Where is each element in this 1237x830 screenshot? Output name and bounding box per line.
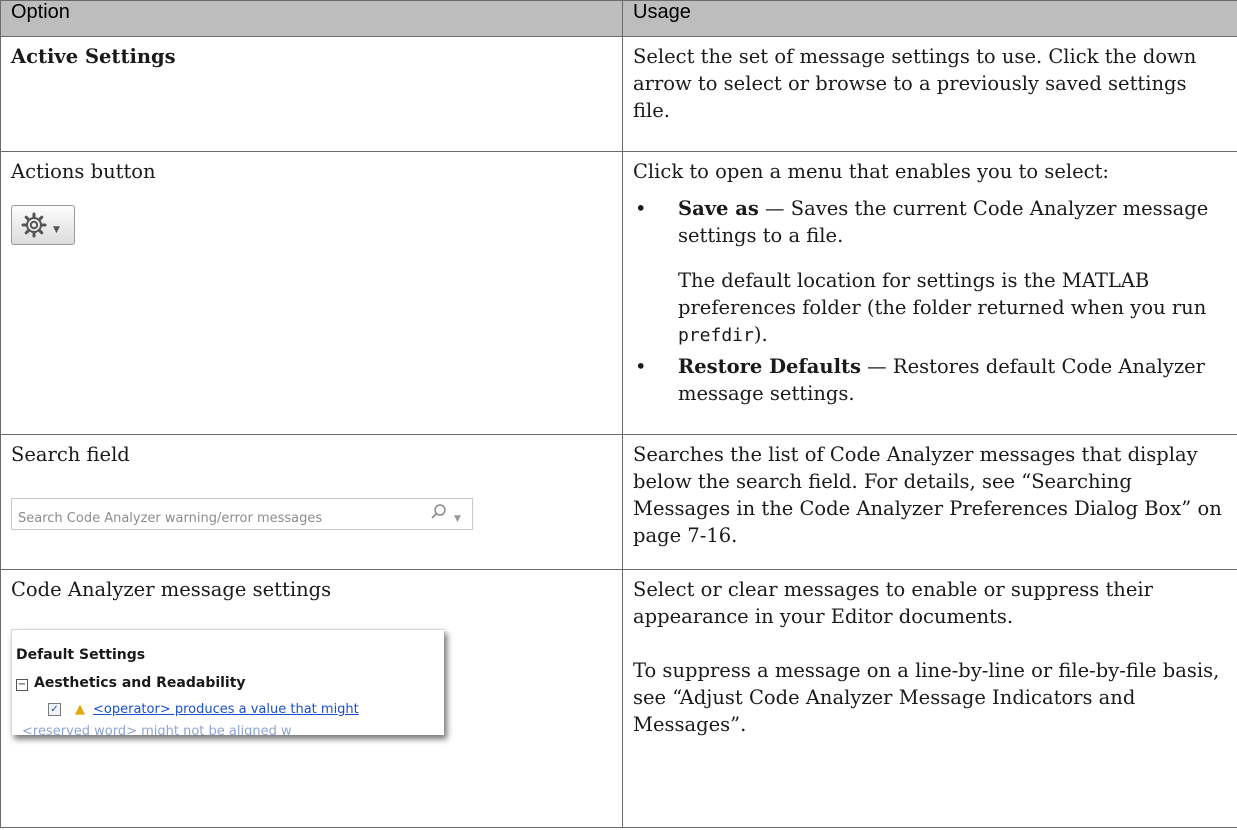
message-link-faded: <reserved word> might not be aligned w (22, 724, 292, 735)
gear-icon (21, 212, 47, 238)
option-active-settings: Active Settings (0, 36, 623, 152)
list-item-restore-defaults: • Restore Defaults — Restores default Co… (633, 353, 1227, 407)
search-icon (431, 504, 446, 519)
message-row-faded: <reserved word> might not be aligned w (22, 718, 292, 735)
bullet-icon: • (635, 197, 647, 220)
usage-settings-p2: To suppress a message on a line-by-line … (633, 659, 1220, 736)
options-table: Option Usage Active Settings Select the … (0, 0, 1237, 828)
checkbox-checked-icon: ✓ (48, 703, 61, 716)
save-note-end: ). (753, 323, 768, 346)
usage-settings-p1: Select or clear messages to enable or su… (633, 578, 1153, 628)
message-link: <operator> produces a value that might (93, 702, 359, 717)
search-field-image: Search Code Analyzer warning/error messa… (11, 498, 473, 530)
table-row: Code Analyzer message settings Default S… (0, 569, 1237, 828)
save-as-note: The default location for settings is the… (678, 267, 1227, 349)
option-column-header: Option (0, 0, 623, 37)
option-actions-cell: Actions button ▼ (0, 151, 623, 435)
table-row: Actions button ▼ Click to open a menu th… (0, 151, 1237, 435)
restore-defaults-label: Restore Defaults (678, 355, 861, 378)
search-placeholder: Search Code Analyzer warning/error messa… (18, 511, 323, 526)
aesthetics-group: − Aesthetics and Readability (16, 670, 246, 697)
usage-actions-cell: Click to open a menu that enables you to… (622, 151, 1237, 435)
collapse-icon: − (16, 679, 28, 691)
option-actions-button: Actions button (11, 160, 156, 183)
chevron-down-icon: ▼ (454, 514, 461, 524)
aesthetics-group-label: Aesthetics and Readability (34, 675, 246, 691)
bullet-icon: • (635, 355, 647, 378)
option-message-settings: Code Analyzer message settings (11, 578, 332, 601)
usage-actions-intro: Click to open a menu that enables you to… (633, 160, 1109, 183)
prefdir-code: prefdir (678, 325, 754, 346)
option-search-field: Search field (11, 443, 130, 466)
save-as-label: Save as (678, 197, 759, 220)
chevron-down-icon: ▼ (53, 225, 60, 235)
table-header-row: Option Usage (0, 0, 1237, 37)
option-search-cell: Search field Search Code Analyzer warnin… (0, 434, 623, 570)
list-item-save-as: • Save as — Saves the current Code Analy… (633, 195, 1227, 349)
option-settings-cell: Code Analyzer message settings Default S… (0, 569, 623, 828)
usage-settings-cell: Select or clear messages to enable or su… (622, 569, 1237, 828)
default-settings-title: Default Settings (16, 647, 146, 663)
actions-button-image: ▼ (11, 205, 75, 245)
table-row: Search field Search Code Analyzer warnin… (0, 434, 1237, 570)
save-note-text: The default location for settings is the… (678, 269, 1207, 319)
usage-search-field: Searches the list of Code Analyzer messa… (622, 434, 1237, 570)
usage-active-settings: Select the set of message settings to us… (622, 36, 1237, 152)
actions-menu-list: • Save as — Saves the current Code Analy… (633, 195, 1227, 407)
table-row: Active Settings Select the set of messag… (0, 36, 1237, 152)
usage-column-header: Usage (622, 0, 1237, 37)
message-settings-image: Default Settings − Aesthetics and Readabi… (11, 629, 444, 735)
